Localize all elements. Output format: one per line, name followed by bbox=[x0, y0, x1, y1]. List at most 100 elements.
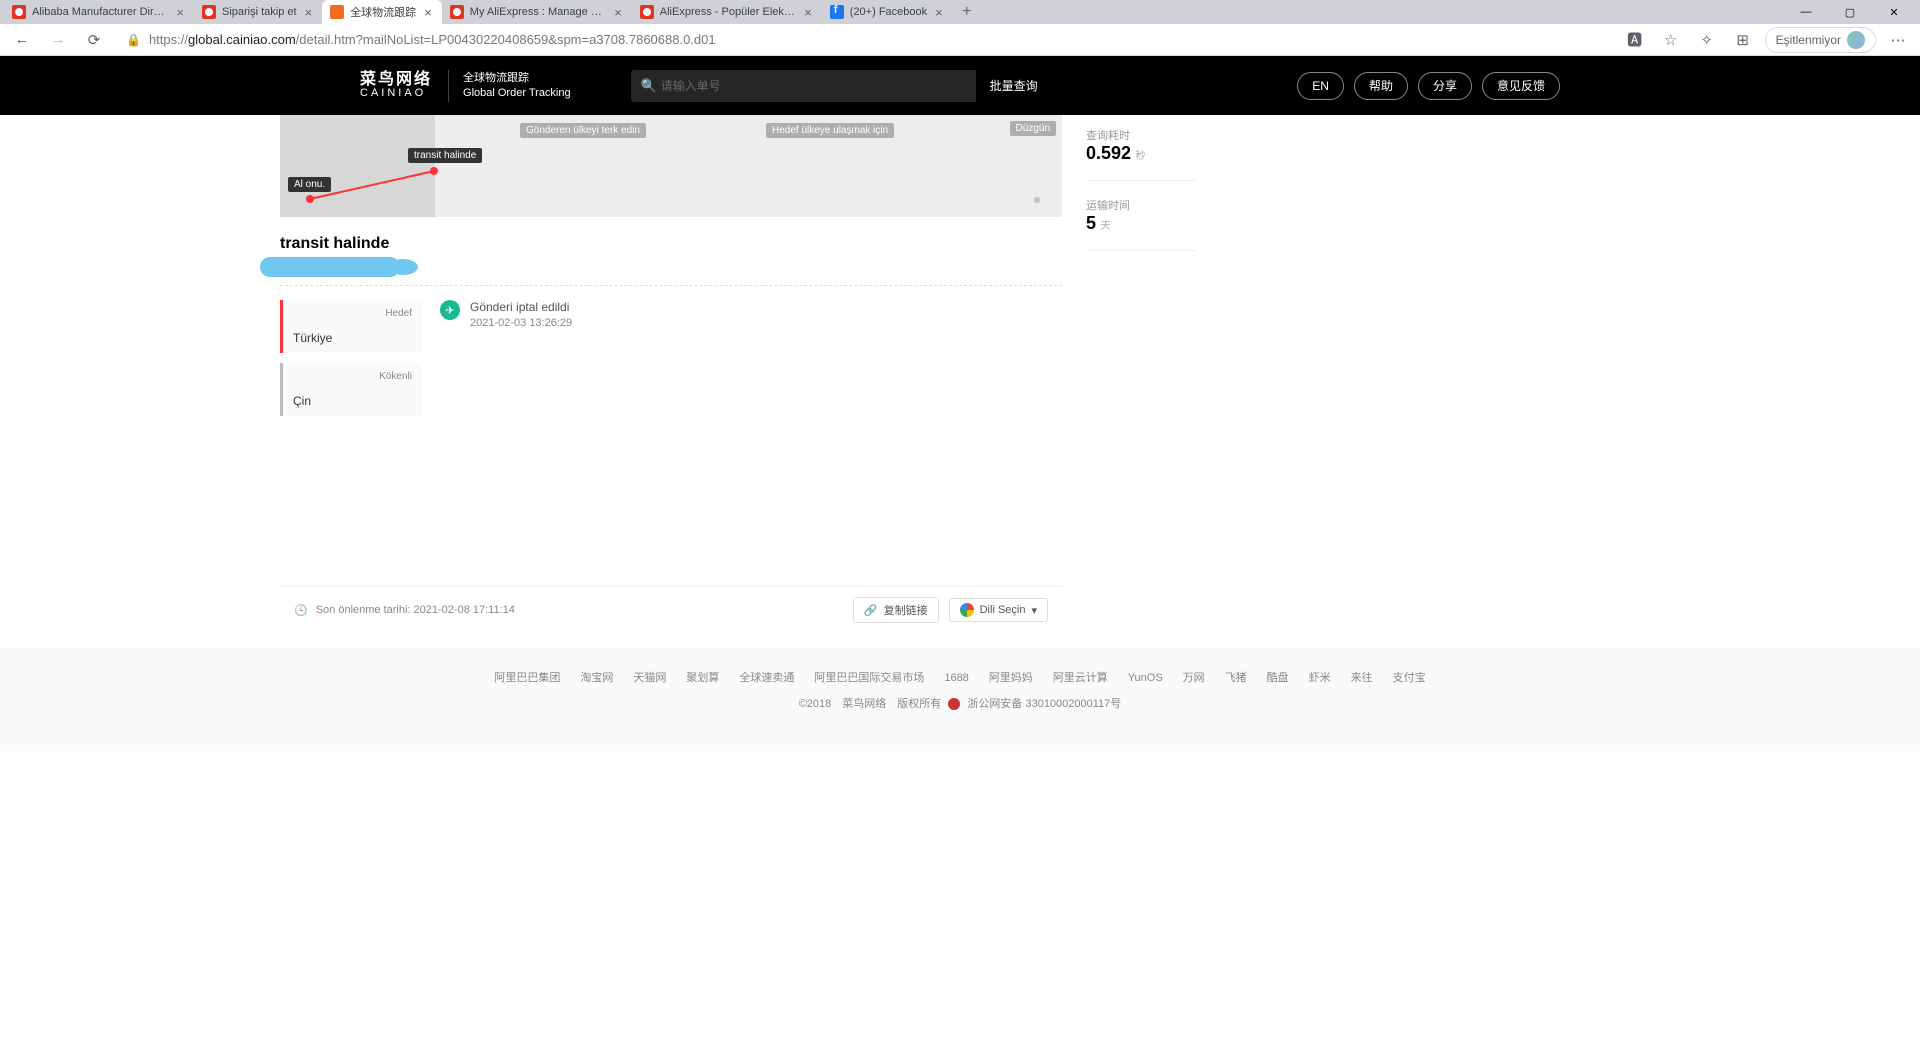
clock-icon: 🕒 bbox=[294, 604, 308, 617]
footer-link[interactable]: 阿里巴巴集团 bbox=[494, 672, 560, 684]
menu-icon[interactable]: ⋯ bbox=[1884, 26, 1912, 54]
copyright: ©2018 菜鸟网络 版权所有 浙公网安备 33010002000117号 bbox=[0, 695, 1920, 751]
footer-link[interactable]: 阿里巴巴国际交易市场 bbox=[814, 672, 924, 684]
feedback-button[interactable]: 意见反馈 bbox=[1482, 72, 1560, 100]
stats-sidebar: 查询耗时 0.592 秒 运输时间 5 天 bbox=[1086, 115, 1196, 267]
event-time: 2021-02-03 13:26:29 bbox=[470, 317, 572, 329]
footer-link[interactable]: 酷盘 bbox=[1267, 672, 1289, 684]
tab-label: My AliExpress : Manage Orders bbox=[470, 6, 606, 18]
tab-aliexpress[interactable]: AliExpress - Popüler Elektronik, M× bbox=[632, 0, 822, 24]
favicon-aliexpress-icon bbox=[202, 5, 216, 19]
redaction-mark bbox=[260, 257, 400, 277]
language-select-button[interactable]: Dili Seçin▾ bbox=[949, 598, 1048, 622]
reload-button[interactable]: ⟳ bbox=[80, 26, 108, 54]
browser-chrome: Alibaba Manufacturer Directory × Siparişi… bbox=[0, 0, 1920, 56]
footer-link[interactable]: 支付宝 bbox=[1393, 672, 1426, 684]
logo-text-zh: 菜鸟网络 bbox=[360, 72, 432, 88]
footer-link[interactable]: 淘宝网 bbox=[580, 672, 613, 684]
footer-link[interactable]: 1688 bbox=[944, 672, 968, 684]
back-button[interactable]: ← bbox=[8, 26, 36, 54]
tracking-event: ✈ Gönderi iptal edildi 2021-02-03 13:26:… bbox=[440, 300, 572, 426]
tab-label: 全球物流跟踪 bbox=[350, 4, 416, 20]
tab-label: Siparişi takip et bbox=[222, 6, 297, 18]
favicon-aliexpress-icon bbox=[640, 5, 654, 19]
favorite-icon[interactable]: ☆ bbox=[1657, 26, 1685, 54]
logo-text-en: CAINIAO bbox=[360, 88, 432, 99]
beian-icon bbox=[948, 698, 960, 710]
transit-time-label: 运输时间 bbox=[1086, 197, 1196, 213]
tracking-number-input[interactable] bbox=[631, 70, 976, 102]
batch-query-link[interactable]: 批量查询 bbox=[990, 77, 1038, 94]
tab-track[interactable]: Siparişi takip et × bbox=[194, 0, 322, 24]
link-icon: 🔗 bbox=[864, 604, 878, 617]
origin-label: Kökenli bbox=[293, 371, 412, 382]
footer-link[interactable]: 聚划算 bbox=[686, 672, 719, 684]
minimize-button[interactable]: — bbox=[1784, 0, 1828, 24]
query-time-unit: 秒 bbox=[1136, 151, 1146, 162]
close-icon[interactable]: × bbox=[174, 5, 186, 20]
collections-icon[interactable]: ✧ bbox=[1693, 26, 1721, 54]
divider bbox=[1086, 180, 1196, 181]
share-button[interactable]: 分享 bbox=[1418, 72, 1472, 100]
footer-link[interactable]: 飞猪 bbox=[1225, 672, 1247, 684]
window-controls: — ▢ ✕ bbox=[1784, 0, 1916, 24]
progress-dot-start bbox=[306, 195, 314, 203]
url-path: /detail.htm?mailNoList=LP00430220408659&… bbox=[296, 32, 716, 47]
footer-link[interactable]: 全球速卖通 bbox=[739, 672, 794, 684]
chevron-down-icon: ▾ bbox=[1031, 604, 1037, 617]
cainiao-logo[interactable]: 菜鸟网络 CAINIAO bbox=[360, 72, 432, 99]
progress-dot-current bbox=[430, 167, 438, 175]
progress-line-icon bbox=[280, 115, 1062, 217]
divider bbox=[1086, 250, 1196, 251]
copy-link-button[interactable]: 🔗复制链接 bbox=[853, 597, 939, 623]
translate-icon[interactable]: 🅰 bbox=[1621, 26, 1649, 54]
language-button[interactable]: EN bbox=[1297, 72, 1344, 100]
footer-link[interactable]: 阿里云计算 bbox=[1053, 672, 1108, 684]
destination-card: Hedef Türkiye bbox=[280, 300, 422, 353]
footer-link[interactable]: 阿里妈妈 bbox=[989, 672, 1033, 684]
status-heading: transit halinde bbox=[280, 217, 1062, 257]
close-icon[interactable]: × bbox=[612, 5, 624, 20]
copyright-text: ©2018 菜鸟网络 版权所有 bbox=[799, 698, 942, 710]
origin-card: Kökenli Çin bbox=[280, 363, 422, 416]
bottom-bar: 🕒 Son önlenme tarihi: 2021-02-08 17:11:1… bbox=[280, 586, 1062, 633]
footer-link[interactable]: 虾米 bbox=[1309, 672, 1331, 684]
address-bar: ← → ⟳ 🔒 https://global.cainiao.com/detai… bbox=[0, 24, 1920, 56]
tab-myali[interactable]: My AliExpress : Manage Orders × bbox=[442, 0, 632, 24]
tab-alibaba[interactable]: Alibaba Manufacturer Directory × bbox=[4, 0, 194, 24]
extensions-icon[interactable]: ⊞ bbox=[1729, 26, 1757, 54]
close-icon[interactable]: × bbox=[933, 5, 945, 20]
last-check-time: Son önlenme tarihi: 2021-02-08 17:11:14 bbox=[316, 604, 515, 616]
progress-dot-end bbox=[1034, 197, 1040, 203]
transit-time-value: 5 bbox=[1086, 213, 1096, 233]
tab-cainiao[interactable]: 全球物流跟踪 × bbox=[322, 0, 442, 24]
forward-button[interactable]: → bbox=[44, 26, 72, 54]
footer-link[interactable]: 来往 bbox=[1351, 672, 1373, 684]
favicon-aliexpress-icon bbox=[450, 5, 464, 19]
tab-label: (20+) Facebook bbox=[850, 6, 927, 18]
event-text: Gönderi iptal edildi bbox=[470, 300, 572, 314]
maximize-button[interactable]: ▢ bbox=[1828, 0, 1872, 24]
profile-sync-button[interactable]: Eşitlenmiyor bbox=[1765, 27, 1876, 53]
new-tab-button[interactable]: + bbox=[953, 0, 981, 24]
footer-link[interactable]: 天猫网 bbox=[633, 672, 666, 684]
tab-label: Alibaba Manufacturer Directory bbox=[32, 6, 168, 18]
tab-facebook[interactable]: (20+) Facebook × bbox=[822, 0, 953, 24]
footer-link[interactable]: YunOS bbox=[1128, 672, 1163, 684]
avatar-icon bbox=[1847, 31, 1865, 49]
subtitle-en: Global Order Tracking bbox=[463, 86, 571, 100]
main-panel: Al onu. transit halinde Gönderen ülkeyi … bbox=[280, 115, 1062, 633]
footer-link[interactable]: 万网 bbox=[1183, 672, 1205, 684]
favicon-alibaba-icon bbox=[12, 5, 26, 19]
url-input[interactable]: 🔒 https://global.cainiao.com/detail.htm?… bbox=[116, 27, 1613, 53]
origin-value: Çin bbox=[293, 394, 412, 408]
sync-label: Eşitlenmiyor bbox=[1776, 33, 1841, 47]
close-window-button[interactable]: ✕ bbox=[1872, 0, 1916, 24]
close-icon[interactable]: × bbox=[802, 5, 814, 20]
close-icon[interactable]: × bbox=[303, 5, 315, 20]
help-button[interactable]: 帮助 bbox=[1354, 72, 1408, 100]
progress-timeline: Al onu. transit halinde Gönderen ülkeyi … bbox=[280, 115, 1062, 217]
site-header: 菜鸟网络 CAINIAO 全球物流跟踪 Global Order Trackin… bbox=[0, 56, 1920, 115]
close-icon[interactable]: × bbox=[422, 5, 434, 20]
tab-strip: Alibaba Manufacturer Directory × Siparişi… bbox=[0, 0, 1920, 24]
